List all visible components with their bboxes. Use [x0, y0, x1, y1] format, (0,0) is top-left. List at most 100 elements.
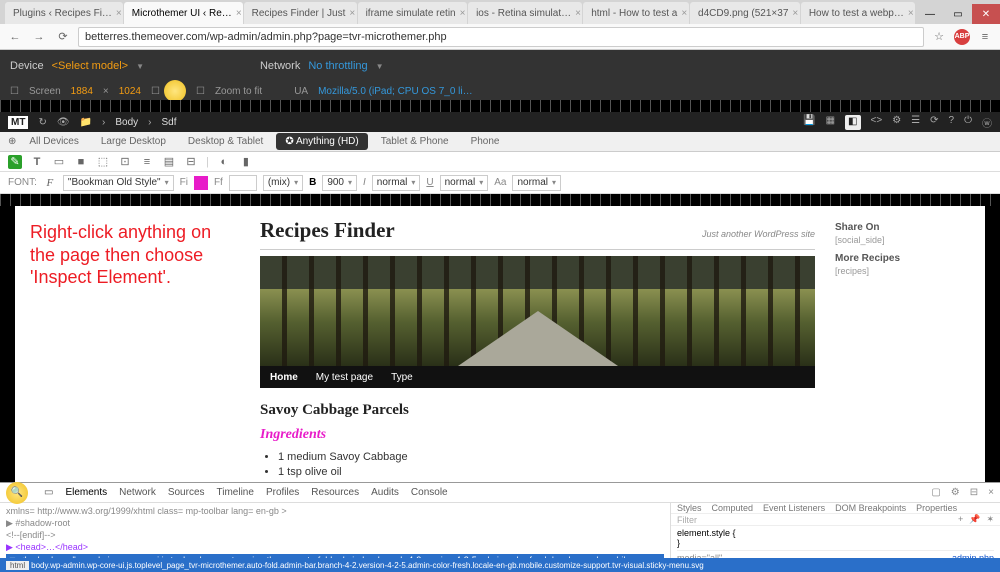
css-rule[interactable]: element.style {	[677, 528, 994, 538]
extra-icon[interactable]: ▮	[239, 155, 253, 169]
bookmark-icon[interactable]: ☆	[930, 28, 948, 46]
code-icon[interactable]: <>	[871, 115, 883, 130]
maximize-button[interactable]: ▭	[944, 4, 972, 24]
devtools-tab[interactable]: Elements	[65, 487, 107, 498]
eye-icon[interactable]: 👁	[57, 117, 70, 128]
url-input[interactable]: betterres.themeover.com/wp-admin/admin.p…	[78, 27, 924, 47]
close-icon[interactable]: ×	[575, 8, 581, 19]
device-tab[interactable]: All Devices	[20, 133, 87, 150]
devtools-tab[interactable]: Console	[411, 487, 448, 498]
close-icon[interactable]: ×	[681, 8, 687, 19]
pin-icon[interactable]: 📌	[969, 514, 980, 525]
help-icon[interactable]: ?	[949, 115, 955, 130]
sync-icon[interactable]: ↻	[38, 117, 46, 128]
refresh-icon[interactable]: ⟳	[930, 115, 938, 130]
close-icon[interactable]: ×	[988, 487, 994, 498]
tab[interactable]: How to test a webp…×	[801, 2, 915, 24]
styles-tab[interactable]: Properties	[916, 503, 957, 513]
inspect-button[interactable]: 🔍	[6, 482, 28, 504]
tab[interactable]: d4CD9.png (521×37×	[690, 2, 800, 24]
back-button[interactable]: ←	[6, 28, 24, 46]
gear-icon[interactable]: ⚙	[892, 115, 901, 130]
site-preview[interactable]: Recipes Finder Just another WordPress si…	[240, 206, 985, 482]
devtools-tab[interactable]: Sources	[168, 487, 205, 498]
breadcrumb-path[interactable]: html body.wp-admin.wp-core-ui.js.topleve…	[0, 558, 1000, 572]
drawer-icon[interactable]: ▢	[931, 487, 940, 498]
styles-tab[interactable]: Styles	[677, 503, 702, 513]
tab[interactable]: iframe simulate retin×	[358, 2, 467, 24]
add-rule-icon[interactable]: +	[958, 514, 963, 525]
devtools-tab[interactable]: Timeline	[217, 487, 254, 498]
mt-logo[interactable]: MT	[8, 116, 28, 129]
border-icon[interactable]: ⊡	[118, 155, 132, 169]
color-swatch[interactable]	[194, 176, 208, 190]
reload-button[interactable]: ⟳	[54, 28, 72, 46]
network-select[interactable]: No throttling	[308, 60, 367, 72]
case-select[interactable]: normal▾	[512, 175, 561, 191]
bc-segment[interactable]: html	[6, 561, 29, 570]
nav-link[interactable]: Type	[391, 372, 413, 383]
hover-icon[interactable]: ✶	[986, 514, 994, 525]
devtools-tab[interactable]: Network	[119, 487, 156, 498]
close-icon[interactable]: ×	[908, 8, 914, 19]
device-toggle-icon[interactable]: ▭	[44, 487, 53, 498]
tab[interactable]: html - How to test a×	[583, 2, 689, 24]
menu-icon[interactable]: ≡	[976, 28, 994, 46]
close-icon[interactable]: ×	[116, 8, 122, 19]
options-icon[interactable]: ☰	[911, 115, 920, 130]
breadcrumb[interactable]: Body	[115, 117, 138, 128]
tab[interactable]: Recipes Finder | Just×	[244, 2, 357, 24]
align-icon[interactable]: ▤	[162, 155, 176, 169]
gradient-icon[interactable]: ◐	[217, 155, 231, 169]
box-icon[interactable]: ■	[74, 155, 88, 169]
devtools-tab[interactable]: Resources	[311, 487, 359, 498]
elements-source[interactable]: xmlns= http://www.w3.org/1999/xhtml clas…	[0, 503, 670, 558]
settings-icon[interactable]: ⚙	[951, 487, 960, 498]
grid-icon[interactable]: ▦	[826, 115, 835, 130]
screen-width[interactable]: 1884	[71, 86, 93, 97]
italic-select[interactable]: normal▾	[372, 175, 421, 191]
close-icon[interactable]: ×	[460, 8, 466, 19]
unit-select[interactable]: (mix)▾	[263, 175, 303, 191]
devtools-tab[interactable]: Profiles	[266, 487, 299, 498]
device-tab[interactable]: Tablet & Phone	[372, 133, 458, 150]
screen-height[interactable]: 1024	[119, 86, 141, 97]
bc-segment[interactable]: body.wp-admin.wp-core-ui.js.toplevel_pag…	[31, 561, 704, 570]
minimize-button[interactable]: —	[916, 4, 944, 24]
folder-icon[interactable]: 📁	[80, 117, 92, 128]
styles-tab[interactable]: DOM Breakpoints	[835, 503, 906, 513]
devtools-tab[interactable]: Audits	[371, 487, 399, 498]
zoom-fit[interactable]: Zoom to fit	[215, 86, 262, 97]
nav-link[interactable]: My test page	[316, 372, 373, 383]
close-icon[interactable]: ×	[236, 8, 242, 19]
close-button[interactable]: ✕	[972, 4, 1000, 24]
list-icon[interactable]: ≡	[140, 155, 154, 169]
ua-value[interactable]: Mozilla/5.0 (iPad; CPU OS 7_0 li…	[318, 86, 473, 97]
close-icon[interactable]: ×	[792, 8, 798, 19]
spacing-icon[interactable]: ⬚	[96, 155, 110, 169]
dock-icon[interactable]: ⊟	[970, 487, 978, 498]
power-icon[interactable]: ⏻	[964, 115, 972, 130]
tab[interactable]: Microthemer UI ‹ Re…×	[124, 2, 243, 24]
tab[interactable]: ios - Retina simulat…×	[468, 2, 582, 24]
device-tab[interactable]: Desktop & Tablet	[179, 133, 272, 150]
edit-icon[interactable]: ✎	[8, 155, 22, 169]
styles-tab[interactable]: Computed	[712, 503, 754, 513]
underline-select[interactable]: normal▾	[440, 175, 489, 191]
text-icon[interactable]: T	[30, 155, 44, 169]
breadcrumb[interactable]: Sdf	[161, 117, 176, 128]
close-icon[interactable]: ×	[349, 8, 355, 19]
font-family-select[interactable]: "Bookman Old Style"▾	[63, 175, 174, 191]
font-family-icon[interactable]: F	[43, 176, 57, 190]
filter-input[interactable]: Filter	[677, 515, 697, 525]
nav-link[interactable]: Home	[270, 372, 298, 383]
tab[interactable]: Plugins ‹ Recipes Fi…×	[5, 2, 123, 24]
ruler-icon[interactable]: ◧	[845, 115, 860, 130]
misc-icon[interactable]: ⊟	[184, 155, 198, 169]
weight-select[interactable]: 900▾	[322, 175, 357, 191]
save-icon[interactable]: 💾	[803, 115, 815, 130]
device-tab[interactable]: Phone	[462, 133, 509, 150]
layout-icon[interactable]: ▭	[52, 155, 66, 169]
device-tab[interactable]: Large Desktop	[92, 133, 175, 150]
abp-icon[interactable]: ABP	[954, 29, 970, 45]
